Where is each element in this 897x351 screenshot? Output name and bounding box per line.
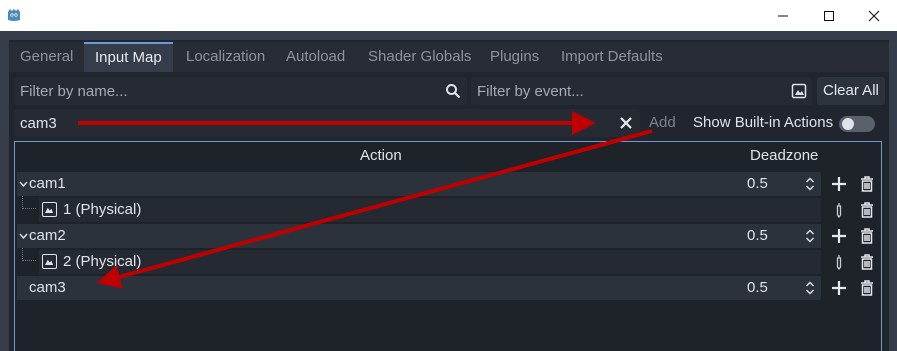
chevron-down-icon[interactable] (19, 233, 28, 239)
clear-input-icon[interactable] (618, 115, 634, 131)
trash-icon[interactable] (857, 226, 877, 246)
deadzone-value: 0.5 (747, 175, 768, 192)
minimize-button[interactable] (760, 0, 806, 31)
filter-by-event-input[interactable] (471, 77, 812, 105)
minimize-icon (778, 15, 788, 16)
add-event-icon[interactable] (829, 174, 849, 194)
show-builtin-actions-toggle[interactable] (839, 116, 875, 132)
action-row-cam2[interactable]: cam2 0.5 (17, 224, 821, 248)
chevron-down-icon[interactable] (19, 181, 28, 187)
keyboard-event-icon (42, 202, 57, 217)
trash-icon[interactable] (857, 174, 877, 194)
event-label: 1 (Physical) (63, 201, 142, 218)
trash-icon[interactable] (857, 252, 877, 272)
trash-icon[interactable] (857, 278, 877, 298)
tab-input-map[interactable]: Input Map (84, 42, 173, 72)
filter-by-name-input[interactable] (14, 77, 467, 105)
tab-shader-globals[interactable]: Shader Globals (357, 42, 482, 72)
add-action-input[interactable] (14, 109, 640, 137)
close-window-button[interactable] (851, 0, 897, 31)
deadzone-spinbox[interactable]: 0.5 (742, 224, 818, 248)
close-icon (868, 10, 880, 21)
add-event-icon[interactable] (829, 278, 849, 298)
window-titlebar (0, 0, 897, 31)
action-name: cam1 (29, 175, 66, 192)
tree-guide-line (22, 248, 36, 261)
add-button[interactable]: Add (649, 114, 676, 131)
tab-localization[interactable]: Localization (175, 42, 276, 72)
action-name: cam2 (29, 227, 66, 244)
edit-event-icon[interactable] (829, 252, 849, 272)
add-action-field[interactable] (14, 109, 640, 137)
action-row-cam3[interactable]: cam3 0.5 (17, 276, 821, 300)
deadzone-value: 0.5 (747, 227, 768, 244)
tab-autoload[interactable]: Autoload (275, 42, 356, 72)
project-settings-panel: General Input Map Localization Autoload … (9, 40, 889, 351)
filter-by-name-field[interactable] (14, 77, 467, 105)
clear-all-button[interactable]: Clear All (817, 77, 885, 105)
deadzone-value: 0.5 (747, 279, 768, 296)
keyboard-event-icon[interactable] (791, 83, 807, 99)
godot-icon (8, 9, 20, 21)
edit-event-icon[interactable] (829, 200, 849, 220)
tree-guide-line (22, 196, 36, 209)
event-label: 2 (Physical) (63, 253, 142, 270)
action-column-header: Action (360, 147, 402, 164)
action-list-tree: Action Deadzone cam1 0.5 1 (Physical) ca… (14, 141, 882, 351)
maximize-icon (824, 10, 834, 21)
action-name: cam3 (29, 279, 66, 296)
spinner-arrows-icon[interactable] (805, 177, 815, 191)
event-row-1-physical[interactable]: 1 (Physical) (39, 198, 821, 222)
event-row-2-physical[interactable]: 2 (Physical) (39, 250, 821, 274)
tab-import-defaults[interactable]: Import Defaults (550, 42, 674, 72)
keyboard-event-icon (42, 254, 57, 269)
search-icon (446, 84, 461, 99)
add-event-icon[interactable] (829, 226, 849, 246)
tab-plugins[interactable]: Plugins (479, 42, 550, 72)
spinner-arrows-icon[interactable] (805, 229, 815, 243)
tab-bar: General Input Map Localization Autoload … (9, 42, 889, 72)
deadzone-column-header: Deadzone (750, 147, 819, 164)
filter-by-event-field[interactable] (471, 77, 812, 105)
deadzone-spinbox[interactable]: 0.5 (742, 276, 818, 300)
spinner-arrows-icon[interactable] (805, 281, 815, 295)
deadzone-spinbox[interactable]: 0.5 (742, 172, 818, 196)
trash-icon[interactable] (857, 200, 877, 220)
show-builtin-actions-label: Show Built-in Actions (693, 114, 834, 131)
action-row-cam1[interactable]: cam1 0.5 (17, 172, 821, 196)
tab-general[interactable]: General (9, 42, 84, 72)
maximize-button[interactable] (806, 0, 852, 31)
toggle-knob (842, 118, 854, 130)
